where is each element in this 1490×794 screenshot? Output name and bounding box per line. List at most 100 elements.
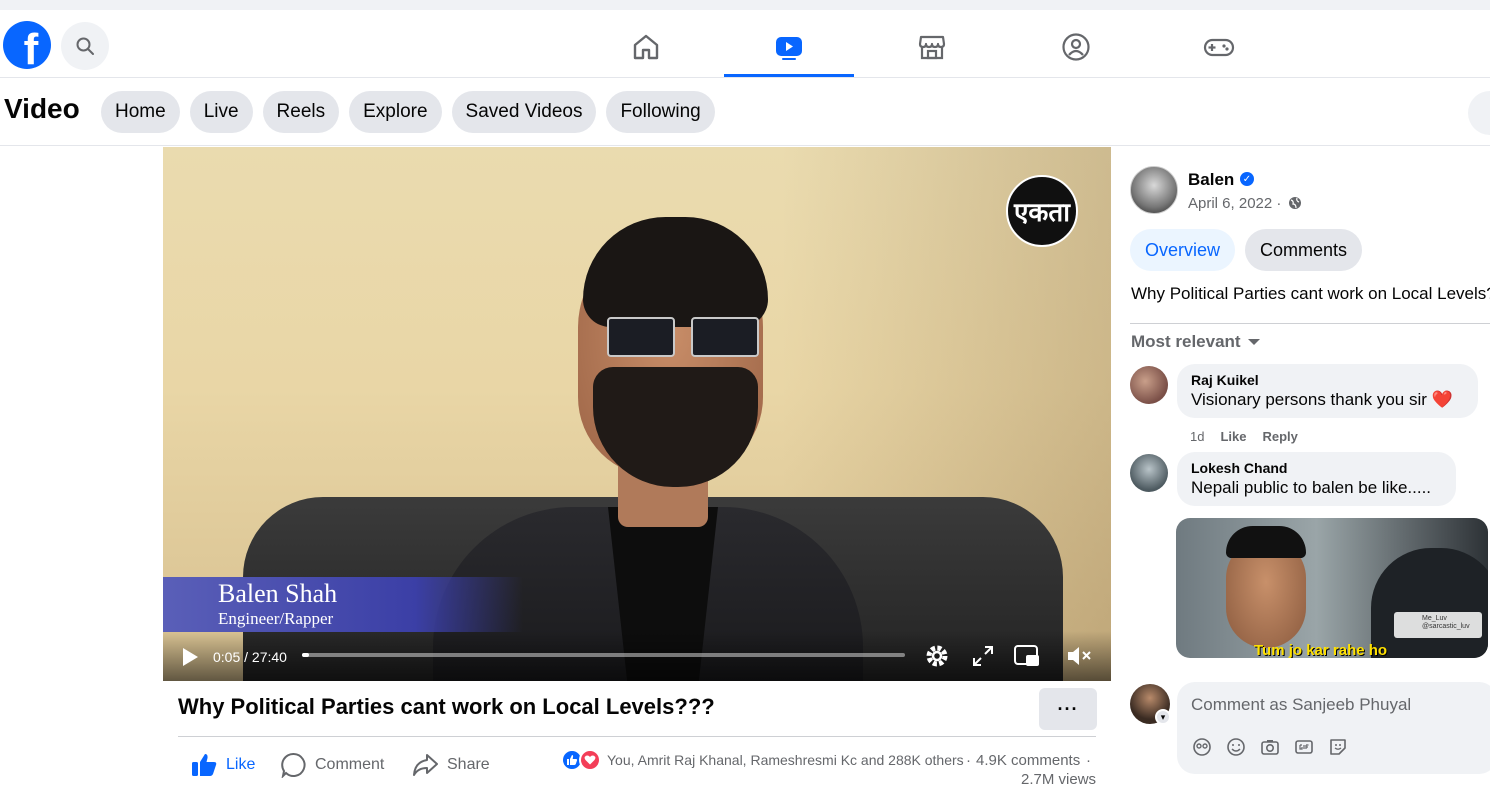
composer-tools (1191, 736, 1349, 758)
comment-composer (1177, 682, 1490, 774)
subnav-pills: Home Live Reels Explore Saved Videos Fol… (101, 91, 715, 133)
video-progress-bar[interactable] (302, 653, 905, 657)
nav-gaming[interactable] (1154, 18, 1284, 76)
comment-label: Comment (315, 756, 385, 773)
nav-groups[interactable] (1011, 18, 1141, 76)
fullscreen-button[interactable] (971, 644, 995, 673)
home-icon (633, 34, 659, 60)
comment-text: Nepali public to balen be like..... (1191, 478, 1432, 497)
miniplayer-button[interactable] (1013, 643, 1041, 674)
meme-watermark-name: Me_Luv (1422, 615, 1447, 622)
commenter-name[interactable]: Lokesh Chand (1191, 460, 1442, 476)
groups-icon (1062, 33, 1090, 61)
gif-icon (1295, 740, 1313, 754)
comment-sort-dropdown[interactable]: Most relevant (1131, 332, 1261, 352)
page-title: Video (4, 93, 80, 124)
settings-button[interactable] (924, 643, 950, 674)
meme-cap (1226, 526, 1306, 558)
commenter-avatar[interactable] (1130, 366, 1168, 404)
author-name[interactable]: Balen (1188, 170, 1234, 190)
marketplace-icon (918, 35, 946, 60)
video-time: 0:05 / 27:40 (213, 649, 287, 665)
meme-watermark-handle: @sarcastic_luv (1422, 622, 1470, 630)
pill-reels[interactable]: Reels (262, 91, 340, 133)
comment-meme-image[interactable]: Me_Luv @sarcastic_luv Tum jo kar rahe ho (1176, 518, 1488, 658)
commenter-avatar[interactable] (1130, 454, 1168, 492)
comment-icon (281, 752, 306, 778)
author-avatar[interactable] (1130, 166, 1178, 214)
comment-input[interactable] (1191, 692, 1481, 718)
top-navigation-bar: f (0, 0, 1490, 78)
chevron-down-icon[interactable]: ▾ (1155, 709, 1171, 725)
avatar-sticker-button[interactable] (1191, 736, 1213, 758)
search-icon (76, 37, 94, 55)
reaction-icons[interactable] (561, 749, 601, 771)
globe-icon (1288, 197, 1301, 209)
pill-following[interactable]: Following (606, 91, 715, 133)
thumbs-up-icon (192, 754, 217, 776)
reactions-summary[interactable]: You, Amrit Raj Khanal, Rameshresmi Kc an… (607, 752, 964, 768)
post-date: April 6, 2022 · (1188, 195, 1302, 212)
comments-count[interactable]: 4.9K comments (976, 752, 1080, 769)
search-button[interactable] (61, 22, 109, 70)
love-reaction-icon (579, 749, 601, 771)
more-options-button[interactable]: ··· (1039, 688, 1097, 730)
comment-meta: 1d Like Reply (1190, 429, 1298, 444)
meme-watermark: Me_Luv @sarcastic_luv (1394, 612, 1482, 638)
tab-comments[interactable]: Comments (1245, 229, 1363, 271)
video-controls: 0:05 / 27:40 (163, 631, 1111, 681)
gear-icon (926, 645, 948, 667)
post-title: Why Political Parties cant work on Local… (178, 694, 715, 719)
post-description: Why Political Parties cant work on Local… (1131, 284, 1490, 303)
stats-separator-2: · (1086, 752, 1091, 769)
tab-overview[interactable]: Overview (1130, 229, 1236, 271)
comment-bubble: Lokesh Chand Nepali public to balen be l… (1177, 452, 1456, 506)
lower-third-bar (163, 577, 523, 632)
caret-down-icon (1247, 339, 1260, 345)
like-button[interactable]: Like (190, 752, 255, 778)
photo-button[interactable] (1259, 736, 1281, 758)
video-person-hair (583, 217, 768, 327)
lower-third-name: Balen Shah (218, 579, 338, 608)
emoji-button[interactable] (1225, 736, 1247, 758)
gaming-icon (1203, 38, 1235, 57)
share-label: Share (447, 756, 490, 773)
views-count: 2.7M views (1021, 771, 1097, 788)
post-date-text: April 6, 2022 · (1188, 195, 1282, 212)
miniplayer-icon (1014, 645, 1039, 666)
comment-reply-button[interactable]: Reply (1262, 429, 1297, 444)
play-button[interactable] (181, 647, 199, 672)
muted-speaker-icon (1068, 647, 1091, 665)
sticker-button[interactable] (1327, 736, 1349, 758)
video-icon (776, 37, 802, 60)
video-player[interactable]: एकता Balen Shah Engineer/Rapper 0:05 / 2… (163, 147, 1111, 681)
comment-button[interactable]: Comment (281, 752, 384, 778)
comment-text: Visionary persons thank you sir ❤️ (1191, 390, 1453, 409)
sunglasses (603, 312, 763, 362)
pill-home[interactable]: Home (101, 91, 180, 133)
pill-explore[interactable]: Explore (349, 91, 442, 133)
verified-badge-icon: ✓ (1240, 172, 1254, 186)
pill-live[interactable]: Live (189, 91, 253, 133)
comment-bubble: Raj Kuikel Visionary persons thank you s… (1177, 364, 1478, 418)
video-search-button[interactable] (1468, 91, 1490, 135)
share-button[interactable]: Share (411, 752, 490, 778)
comment-like-button[interactable]: Like (1220, 429, 1246, 444)
video-progress-fill (302, 653, 310, 657)
nav-home[interactable] (581, 18, 711, 76)
pill-saved-videos[interactable]: Saved Videos (451, 91, 597, 133)
share-icon (413, 754, 438, 776)
comment-time[interactable]: 1d (1190, 429, 1204, 444)
nav-video[interactable] (724, 18, 854, 77)
nav-marketplace[interactable] (867, 18, 997, 76)
mute-button[interactable] (1065, 643, 1093, 674)
stats-separator: · (966, 752, 971, 769)
video-subnav: Video Home Live Reels Explore Saved Vide… (0, 79, 1490, 146)
gif-button[interactable] (1293, 736, 1315, 758)
meme-second-person (1371, 548, 1488, 658)
emoji-icon (1227, 738, 1245, 756)
commenter-name[interactable]: Raj Kuikel (1191, 372, 1464, 388)
sort-label: Most relevant (1131, 332, 1241, 351)
facebook-logo[interactable]: f (3, 21, 51, 69)
channel-logo-badge: एकता (1006, 175, 1078, 247)
